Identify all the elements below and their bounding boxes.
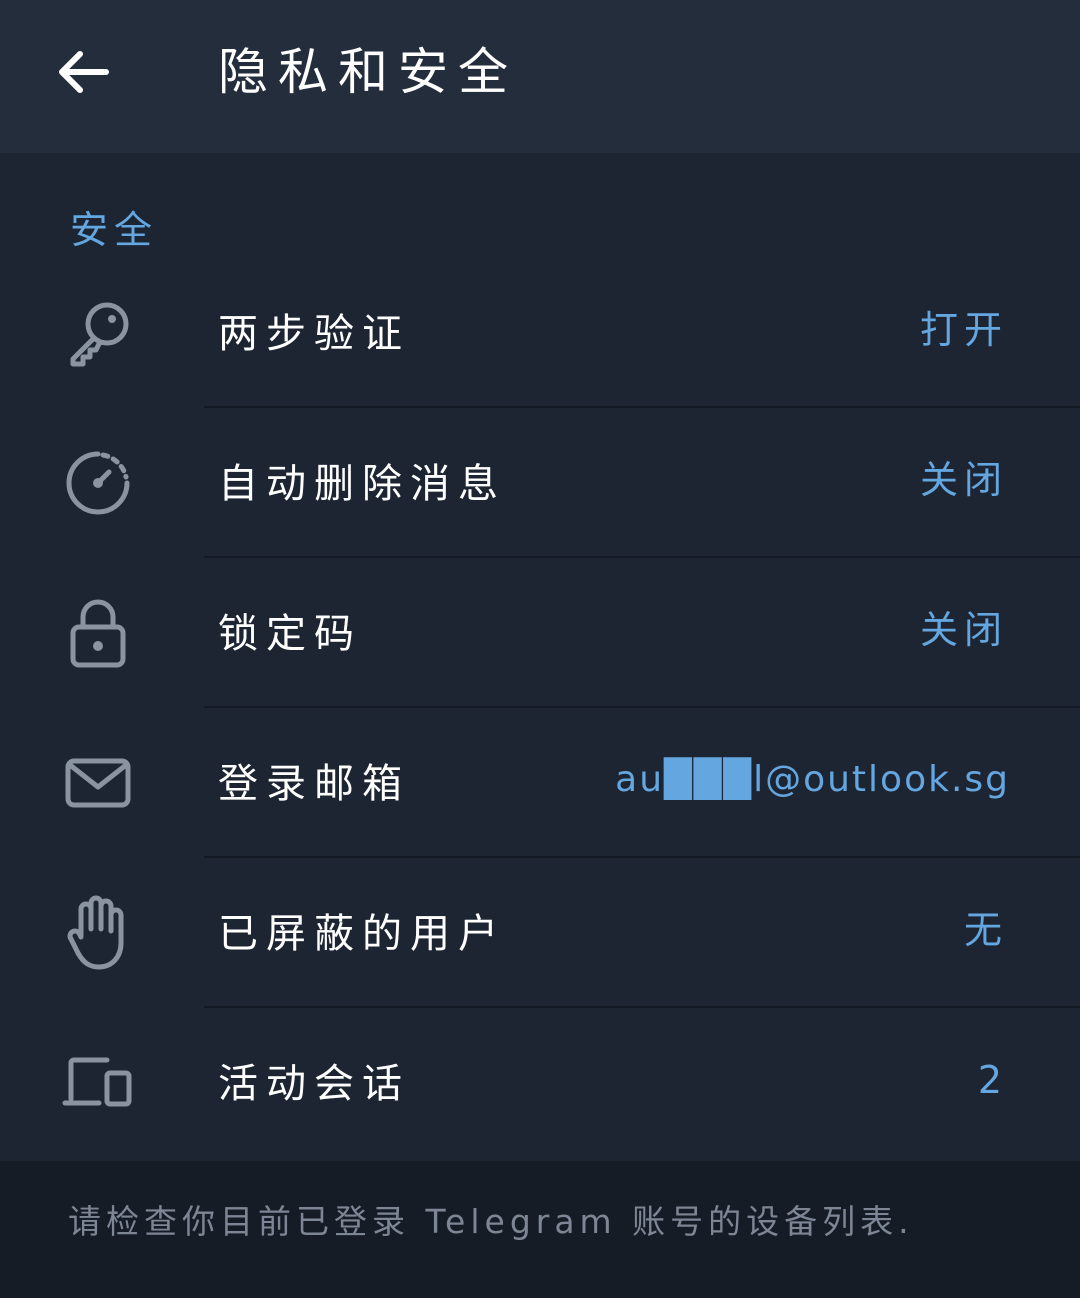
row-value: 无 — [963, 908, 1008, 952]
row-label: 活动会话 — [218, 1061, 410, 1107]
row-label: 登录邮箱 — [218, 761, 410, 807]
footer-info: 请检查你目前已登录 Telegram 账号的设备列表. — [0, 1161, 1080, 1298]
row-label: 锁定码 — [218, 611, 362, 657]
section-header: 安全 — [70, 208, 159, 252]
active-sessions-row[interactable]: 活动会话 2 — [0, 1008, 1080, 1158]
lock-icon — [58, 593, 138, 673]
back-button[interactable] — [44, 32, 124, 112]
passcode-lock-row[interactable]: 锁定码 关闭 — [0, 558, 1080, 708]
row-label: 两步验证 — [218, 311, 410, 357]
row-label: 已屏蔽的用户 — [218, 911, 506, 957]
row-value: 关闭 — [919, 458, 1008, 502]
mail-icon — [58, 743, 138, 823]
hand-icon — [58, 893, 138, 973]
footer-text: 请检查你目前已登录 Telegram 账号的设备列表. — [68, 1202, 914, 1241]
two-step-verification-row[interactable]: 两步验证 打开 — [0, 258, 1080, 408]
row-label: 自动删除消息 — [218, 461, 506, 507]
row-value: 2 — [977, 1058, 1008, 1102]
row-value: 关闭 — [919, 608, 1008, 652]
privacy-security-screen: 隐私和安全 安全 两步验证 打开 自动删除消息 关闭 锁定码 关闭 登录邮箱 a… — [0, 0, 1080, 1298]
timer-icon — [58, 443, 138, 523]
auto-delete-messages-row[interactable]: 自动删除消息 关闭 — [0, 408, 1080, 558]
blocked-users-row[interactable]: 已屏蔽的用户 无 — [0, 858, 1080, 1008]
login-email-row[interactable]: 登录邮箱 au███l@outlook.sg — [0, 708, 1080, 858]
page-title: 隐私和安全 — [218, 43, 518, 101]
email-value: au███l@outlook.sg — [615, 759, 1010, 800]
row-value: 打开 — [919, 308, 1008, 352]
security-section: 安全 两步验证 打开 自动删除消息 关闭 锁定码 关闭 登录邮箱 au███l@… — [0, 153, 1080, 1161]
devices-icon — [58, 1043, 138, 1123]
key-icon — [58, 293, 138, 373]
arrow-left-icon — [56, 48, 112, 96]
app-bar: 隐私和安全 — [0, 0, 1080, 153]
